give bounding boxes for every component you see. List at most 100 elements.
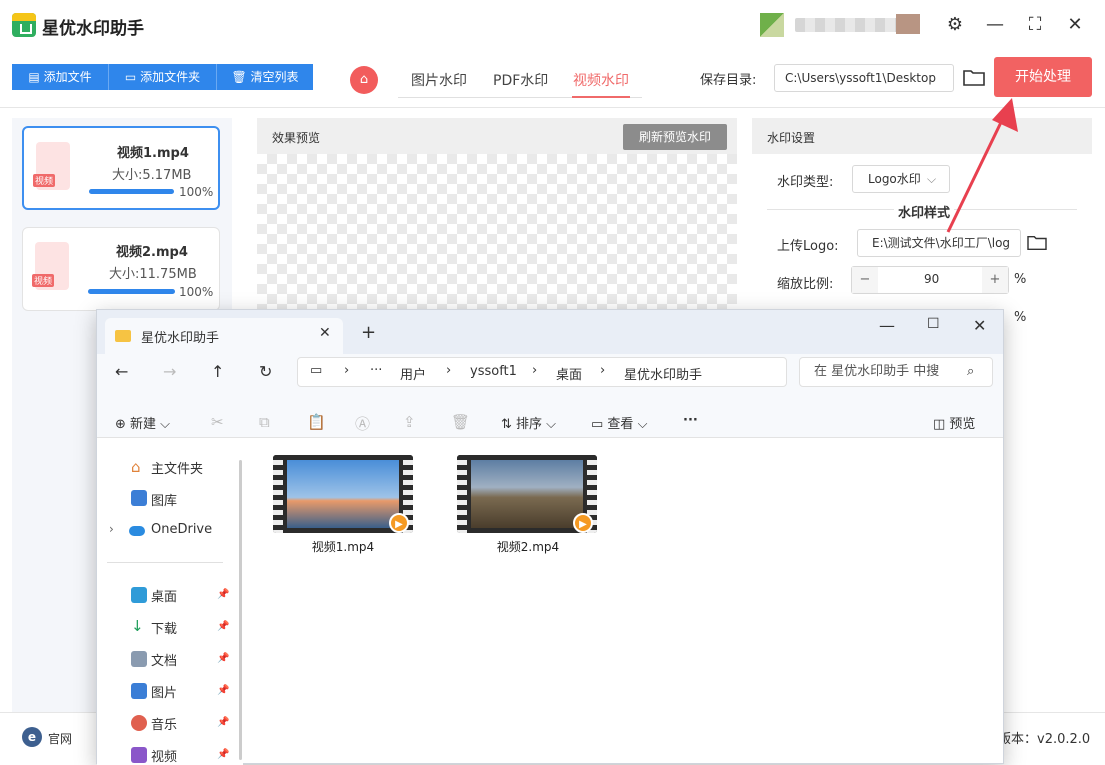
start-process-button[interactable]: 开始处理 — [994, 57, 1092, 97]
more-path-icon[interactable]: ··· — [370, 363, 382, 378]
explorer-close-button[interactable]: ✕ — [973, 316, 986, 335]
settings-icon[interactable]: ⚙ — [940, 12, 970, 38]
progress-percent: 100% — [179, 185, 214, 199]
pin-icon: 📌 — [217, 653, 230, 664]
sort-label: 排序 — [516, 417, 543, 432]
back-icon[interactable]: ← — [115, 362, 128, 381]
play-icon: ▶ — [573, 513, 593, 533]
settings-title: 水印设置 — [767, 131, 816, 145]
tab-pdf-watermark[interactable]: PDF水印 — [493, 70, 548, 90]
nav-item-pictures[interactable]: 图片 — [151, 682, 177, 701]
sort-icon: ⇅ — [501, 417, 517, 432]
desktop-icon — [131, 587, 147, 603]
close-button[interactable]: ✕ — [1060, 12, 1090, 38]
tab-image-watermark[interactable]: 图片水印 — [411, 70, 467, 90]
nav-item-music[interactable]: 音乐 — [151, 714, 177, 733]
nav-scrollbar[interactable] — [239, 460, 242, 760]
maximize-button[interactable]: ⛶ — [1020, 12, 1050, 38]
official-site-link[interactable]: 官网 — [48, 730, 72, 747]
folder-icon: ▭ — [124, 70, 141, 84]
browse-logo-icon[interactable] — [1026, 234, 1048, 252]
preview-title: 效果预览 — [272, 131, 321, 145]
document-icon — [131, 651, 147, 667]
expand-icon[interactable]: › — [109, 522, 114, 536]
chevron-right-icon: › — [446, 363, 452, 378]
new-button[interactable]: ⊕ 新建 ⌵ — [115, 413, 170, 432]
watermark-type-select[interactable]: Logo水印 ⌵ — [852, 165, 950, 193]
refresh-icon[interactable]: ↻ — [259, 362, 272, 381]
address-bar[interactable]: ▭ › ··· 用户 › yssoft1 › 桌面 › 星优水印助手 — [297, 357, 787, 387]
new-tab-icon[interactable]: + — [361, 322, 376, 343]
breadcrumb-desktop[interactable]: 桌面 — [556, 364, 582, 383]
scale-stepper[interactable]: − 90 + — [851, 266, 1009, 294]
thumbnail-image — [471, 460, 583, 528]
explorer-minimize-button[interactable]: — — [879, 316, 895, 335]
video-icon — [131, 747, 147, 763]
progress-bar — [89, 189, 174, 194]
file-icon: ▤ — [28, 70, 44, 84]
pin-icon: 📌 — [217, 589, 230, 600]
pin-icon: 📌 — [217, 717, 230, 728]
explorer-maximize-button[interactable]: ☐ — [927, 316, 940, 332]
scale-value: 90 — [924, 272, 940, 286]
explorer-tab[interactable]: 星优水印助手 ✕ — [105, 318, 343, 354]
nav-item-videos[interactable]: 视频 — [151, 746, 177, 765]
nav-item-gallery[interactable]: 图库 — [151, 490, 177, 509]
browse-folder-icon[interactable] — [962, 66, 986, 88]
breadcrumb-user[interactable]: yssoft1 — [470, 364, 517, 379]
file-card-1[interactable]: 视频 视频1.mp4 大小:5.17MB 100% — [22, 126, 220, 210]
view-button[interactable]: ▭ 查看 ⌵ — [591, 413, 647, 432]
watermark-type-value: Logo水印 — [868, 172, 921, 186]
save-dir-input[interactable]: C:\Users\yssoft1\Desktop — [774, 64, 954, 92]
browser-icon[interactable]: e — [22, 727, 42, 747]
computer-icon: ▭ — [310, 363, 323, 378]
nav-item-downloads[interactable]: 下载 — [151, 618, 177, 637]
rename-icon[interactable]: Ⓐ — [355, 413, 370, 434]
preview-canvas — [257, 154, 737, 309]
add-folder-label: 添加文件夹 — [140, 70, 201, 84]
home-icon[interactable]: ⌂ — [350, 66, 378, 94]
file-name-2[interactable]: 视频2.mp4 — [448, 538, 608, 555]
more-options-button[interactable]: ··· — [683, 413, 698, 428]
plus-button[interactable]: + — [982, 267, 1008, 293]
nav-item-home[interactable]: 主文件夹 — [151, 458, 203, 477]
breadcrumb-folder[interactable]: 星优水印助手 — [624, 364, 702, 383]
breadcrumb-users[interactable]: 用户 — [400, 364, 426, 383]
file-name: 视频2.mp4 — [116, 245, 188, 260]
add-file-label: 添加文件 — [43, 70, 92, 84]
copy-icon[interactable]: ⧉ — [259, 413, 270, 431]
add-folder-button[interactable]: ▭ 添加文件夹 — [109, 64, 217, 90]
nav-item-documents[interactable]: 文档 — [151, 650, 177, 669]
refresh-preview-button[interactable]: 刷新预览水印 — [623, 124, 727, 150]
thumbnail-image — [287, 460, 399, 528]
forward-icon[interactable]: → — [163, 362, 176, 381]
scale-label: 缩放比例: — [777, 277, 834, 292]
add-file-button[interactable]: ▤ 添加文件 — [12, 64, 109, 90]
avatar[interactable] — [760, 13, 784, 37]
share-icon[interactable]: ⇪ — [403, 413, 416, 431]
clear-list-button[interactable]: 🗑 清空列表 — [217, 64, 313, 90]
file-card-2[interactable]: 视频 视频2.mp4 大小:11.75MB 100% — [22, 227, 220, 311]
close-tab-icon[interactable]: ✕ — [319, 325, 331, 341]
nav-item-desktop[interactable]: 桌面 — [151, 586, 177, 605]
minus-button[interactable]: − — [852, 267, 878, 293]
nav-item-onedrive[interactable]: OneDrive — [151, 522, 212, 537]
play-icon: ▶ — [389, 513, 409, 533]
user-thumb — [896, 14, 920, 34]
explorer-search-input[interactable]: 在 星优水印助手 中搜 — [799, 357, 993, 387]
file-size: 大小:11.75MB — [109, 267, 197, 282]
up-icon[interactable]: ↑ — [211, 362, 224, 381]
tab-video-watermark[interactable]: 视频水印 — [573, 70, 629, 90]
paste-icon[interactable]: 📋 — [307, 413, 326, 431]
progress-bar — [88, 289, 175, 294]
app-logo-icon — [12, 13, 36, 37]
film-strip — [273, 455, 283, 533]
pin-icon: 📌 — [217, 685, 230, 696]
sort-button[interactable]: ⇅ 排序 ⌵ — [501, 413, 556, 432]
minimize-button[interactable]: — — [980, 12, 1010, 38]
preview-pane-button[interactable]: ◫ 预览 — [933, 413, 975, 432]
video-file-icon: 视频 — [32, 242, 69, 290]
cut-icon[interactable]: ✂ — [211, 413, 224, 431]
file-name-1[interactable]: 视频1.mp4 — [263, 538, 423, 555]
delete-icon[interactable]: 🗑 — [451, 413, 470, 431]
